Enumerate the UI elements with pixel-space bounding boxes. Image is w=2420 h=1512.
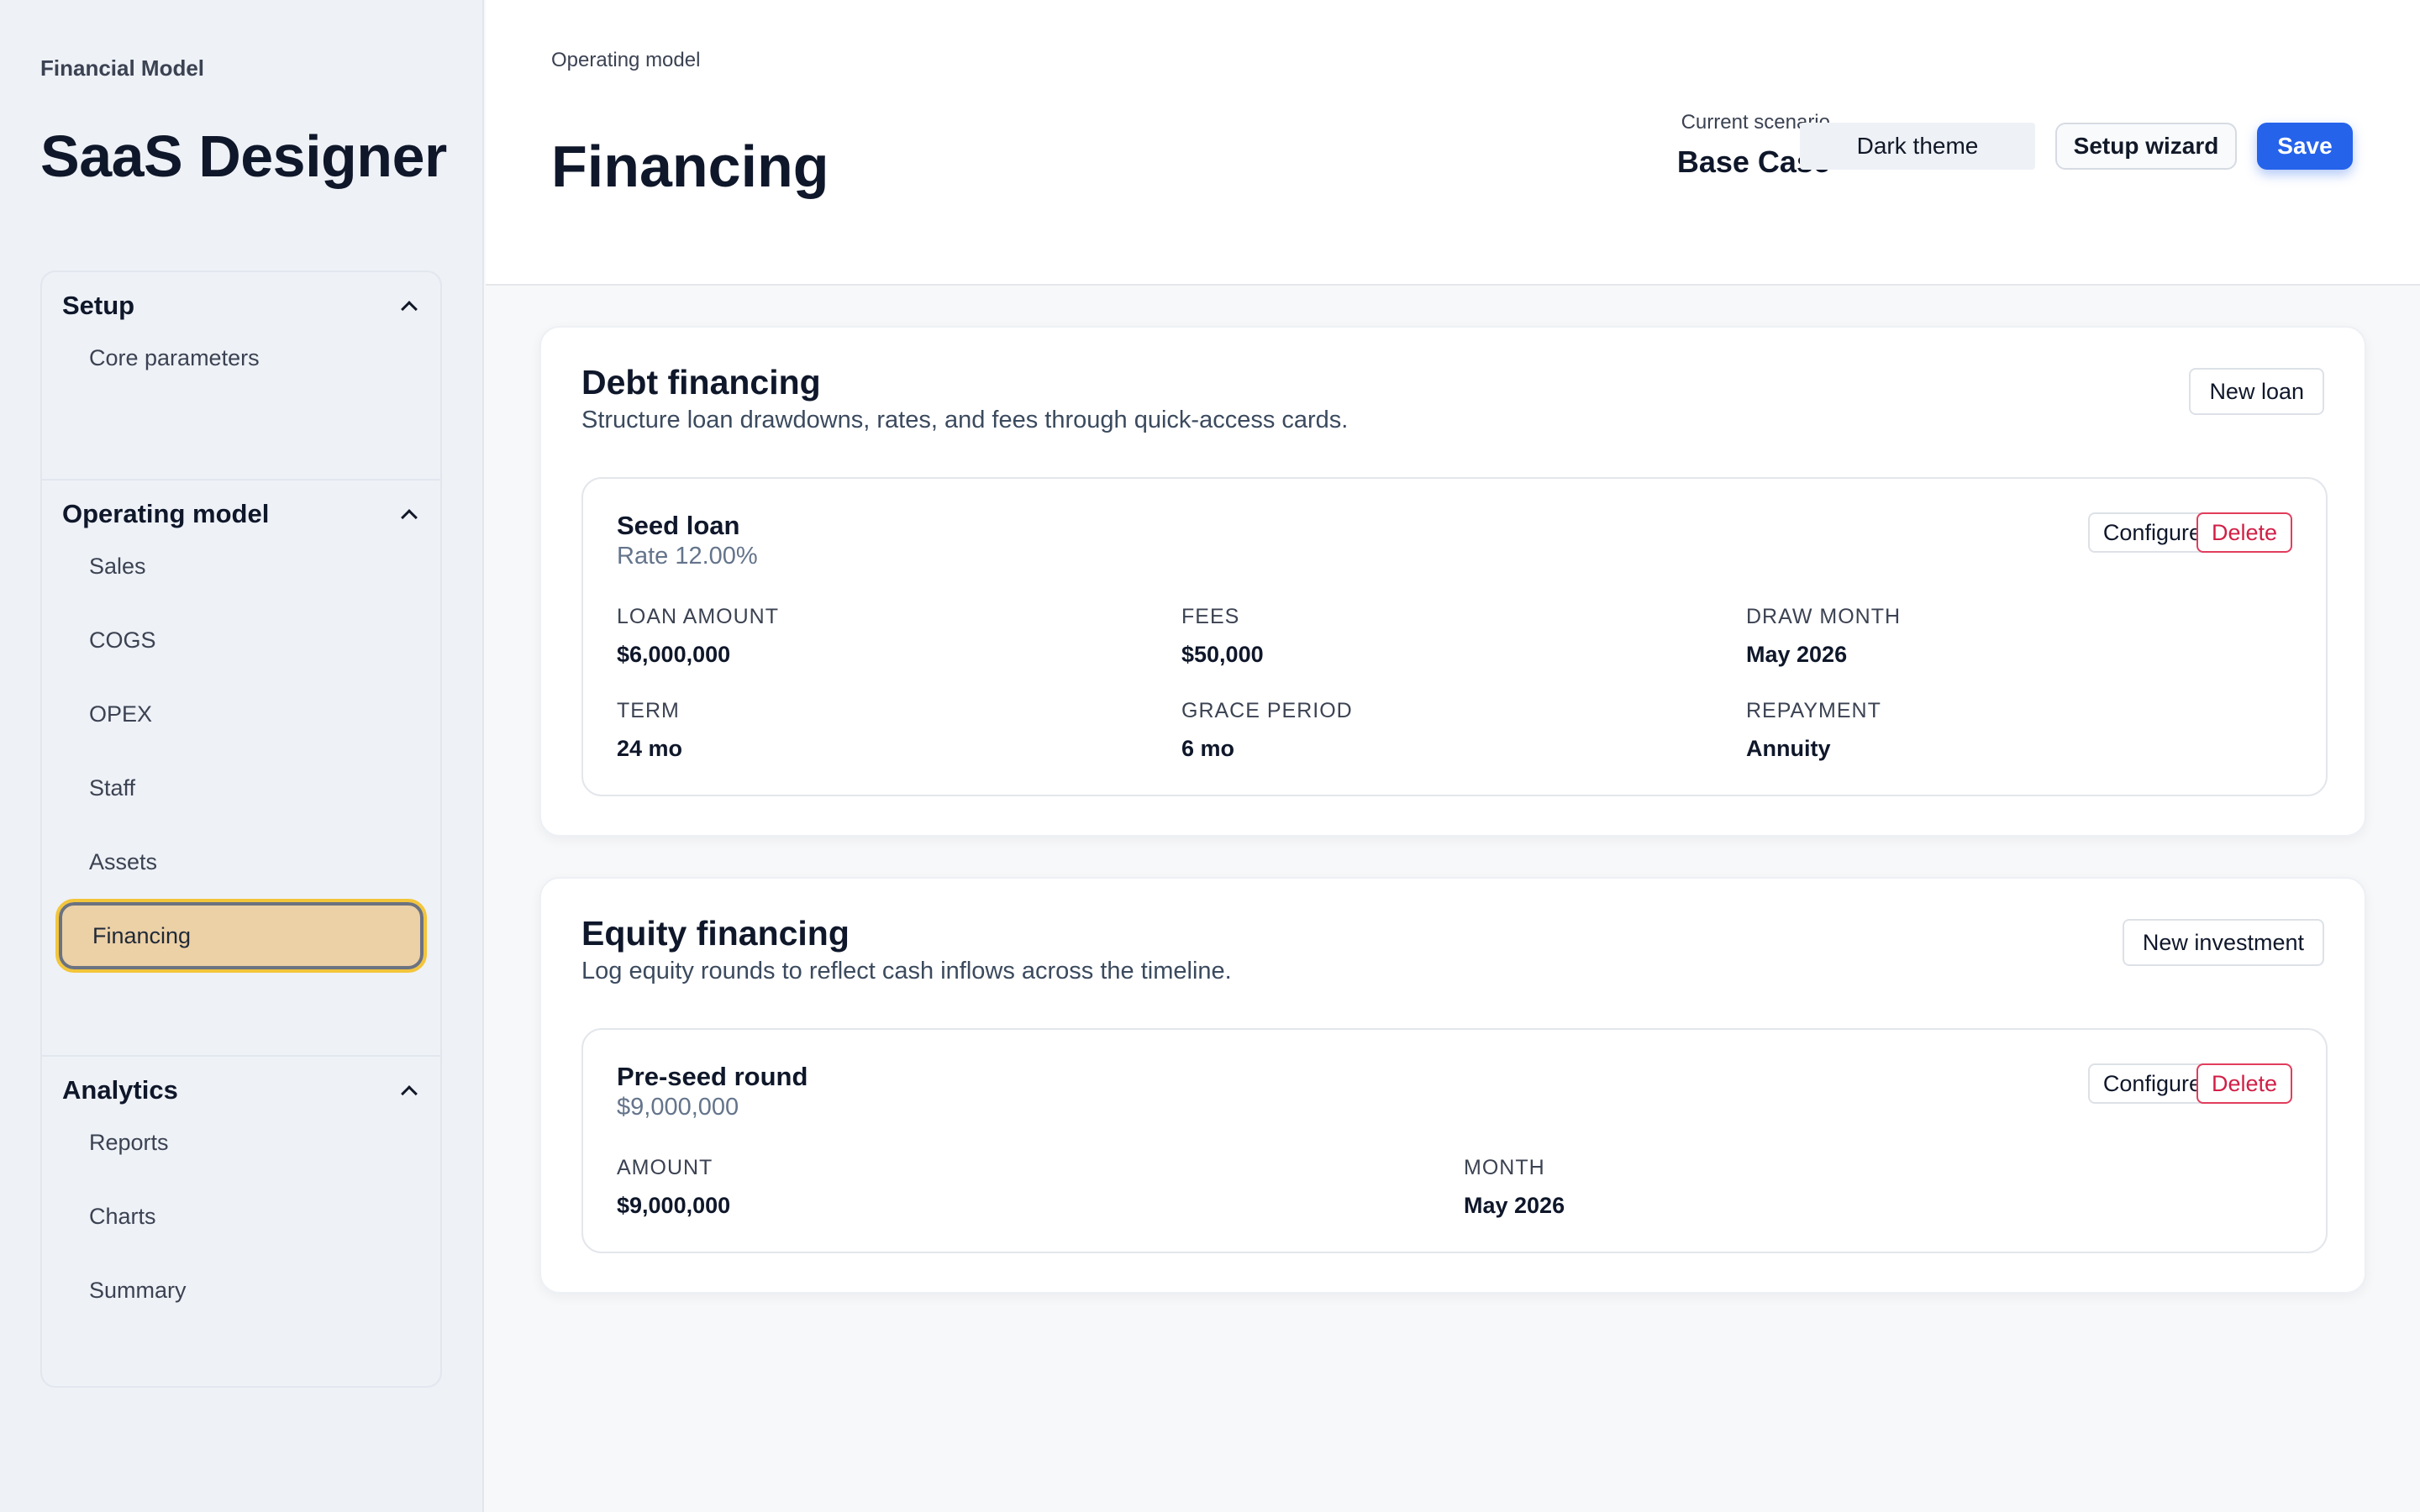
chevron-up-icon [401,1085,418,1102]
sidebar-item-staff[interactable]: Staff [59,754,424,822]
round-amount-meta: $9,000,000 [617,1094,739,1121]
field-value: 6 mo [1181,736,1235,761]
field-label: LOAN AMOUNT [617,605,779,628]
nav-section-analytics: Analytics Reports Charts Summary [42,1055,440,1386]
field-value: May 2026 [1746,642,1848,667]
field-label: FEES [1181,605,1240,628]
field-value: Annuity [1746,736,1831,761]
nav-section-setup: Setup Core parameters [42,272,440,479]
delete-button[interactable]: Delete [2196,512,2292,553]
brand-kicker: Financial Model [40,55,205,81]
breadcrumb[interactable]: Operating model [551,49,700,72]
field-label: AMOUNT [617,1156,713,1179]
field-value: 24 mo [617,736,683,761]
field-value: $6,000,000 [617,642,731,667]
delete-button[interactable]: Delete [2196,1063,2292,1104]
brand-title: SaaS Designer [40,123,447,189]
nav-section-label: Operating model [62,499,270,528]
nav-section-label: Setup [62,291,135,320]
field-value: May 2026 [1464,1193,1565,1218]
loan-card: Seed loan Rate 12.00% Configure Delete L… [581,477,2328,796]
sidebar-nav: Setup Core parameters Operating model Sa… [40,270,442,1388]
round-name: Pre-seed round [617,1062,808,1091]
sidebar-item-sales[interactable]: Sales [59,533,424,600]
loan-name: Seed loan [617,511,740,540]
nav-section-toggle-operating-model[interactable]: Operating model [62,497,420,531]
debt-financing-panel: Debt financing Structure loan drawdowns,… [539,326,2366,837]
page-header: Operating model Financing Current scenar… [486,0,2420,286]
equity-financing-panel: Equity financing Log equity rounds to re… [539,877,2366,1294]
field-label: REPAYMENT [1746,699,1881,722]
dark-theme-button[interactable]: Dark theme [1800,123,2035,170]
sidebar-item-summary[interactable]: Summary [59,1257,424,1324]
sidebar-item-assets[interactable]: Assets [59,828,424,895]
chevron-up-icon [401,301,418,318]
new-investment-button[interactable]: New investment [2122,919,2324,966]
panel-subtitle: Log equity rounds to reflect cash inflow… [581,958,1232,984]
sidebar-item-reports[interactable]: Reports [59,1109,424,1176]
field-value: $50,000 [1181,642,1264,667]
field-value: $9,000,000 [617,1193,731,1218]
field-label: DRAW MONTH [1746,605,1902,628]
sidebar-item-core-parameters[interactable]: Core parameters [59,324,424,391]
chevron-up-icon [401,509,418,526]
nav-section-toggle-setup[interactable]: Setup [62,289,420,323]
panel-title: Debt financing [581,363,821,402]
sidebar-item-cogs[interactable]: COGS [59,606,424,674]
panel-subtitle: Structure loan drawdowns, rates, and fee… [581,407,1349,433]
sidebar-item-financing[interactable]: Financing [55,899,427,973]
nav-section-operating-model: Operating model Sales COGS OPEX Staff As… [42,479,440,1055]
sidebar-item-opex[interactable]: OPEX [59,680,424,748]
save-button[interactable]: Save [2257,123,2353,170]
equity-round-card: Pre-seed round $9,000,000 Configure Dele… [581,1028,2328,1253]
loan-rate: Rate 12.00% [617,543,758,570]
new-loan-button[interactable]: New loan [2189,368,2324,415]
nav-section-toggle-analytics[interactable]: Analytics [62,1074,420,1107]
scenario-label: Current scenario [1681,111,1830,134]
nav-section-label: Analytics [62,1075,178,1105]
scenario-value: Base Case [1676,144,1830,179]
panel-title: Equity financing [581,914,850,953]
field-label: TERM [617,699,680,722]
field-label: MONTH [1464,1156,1545,1179]
sidebar: Financial Model SaaS Designer Setup Core… [0,0,484,1512]
scenario-indicator: Current scenario Base Case [1612,111,1830,180]
setup-wizard-button[interactable]: Setup wizard [2055,123,2237,170]
sidebar-item-charts[interactable]: Charts [59,1183,424,1250]
page-title: Financing [551,134,829,199]
field-label: GRACE PERIOD [1181,699,1353,722]
